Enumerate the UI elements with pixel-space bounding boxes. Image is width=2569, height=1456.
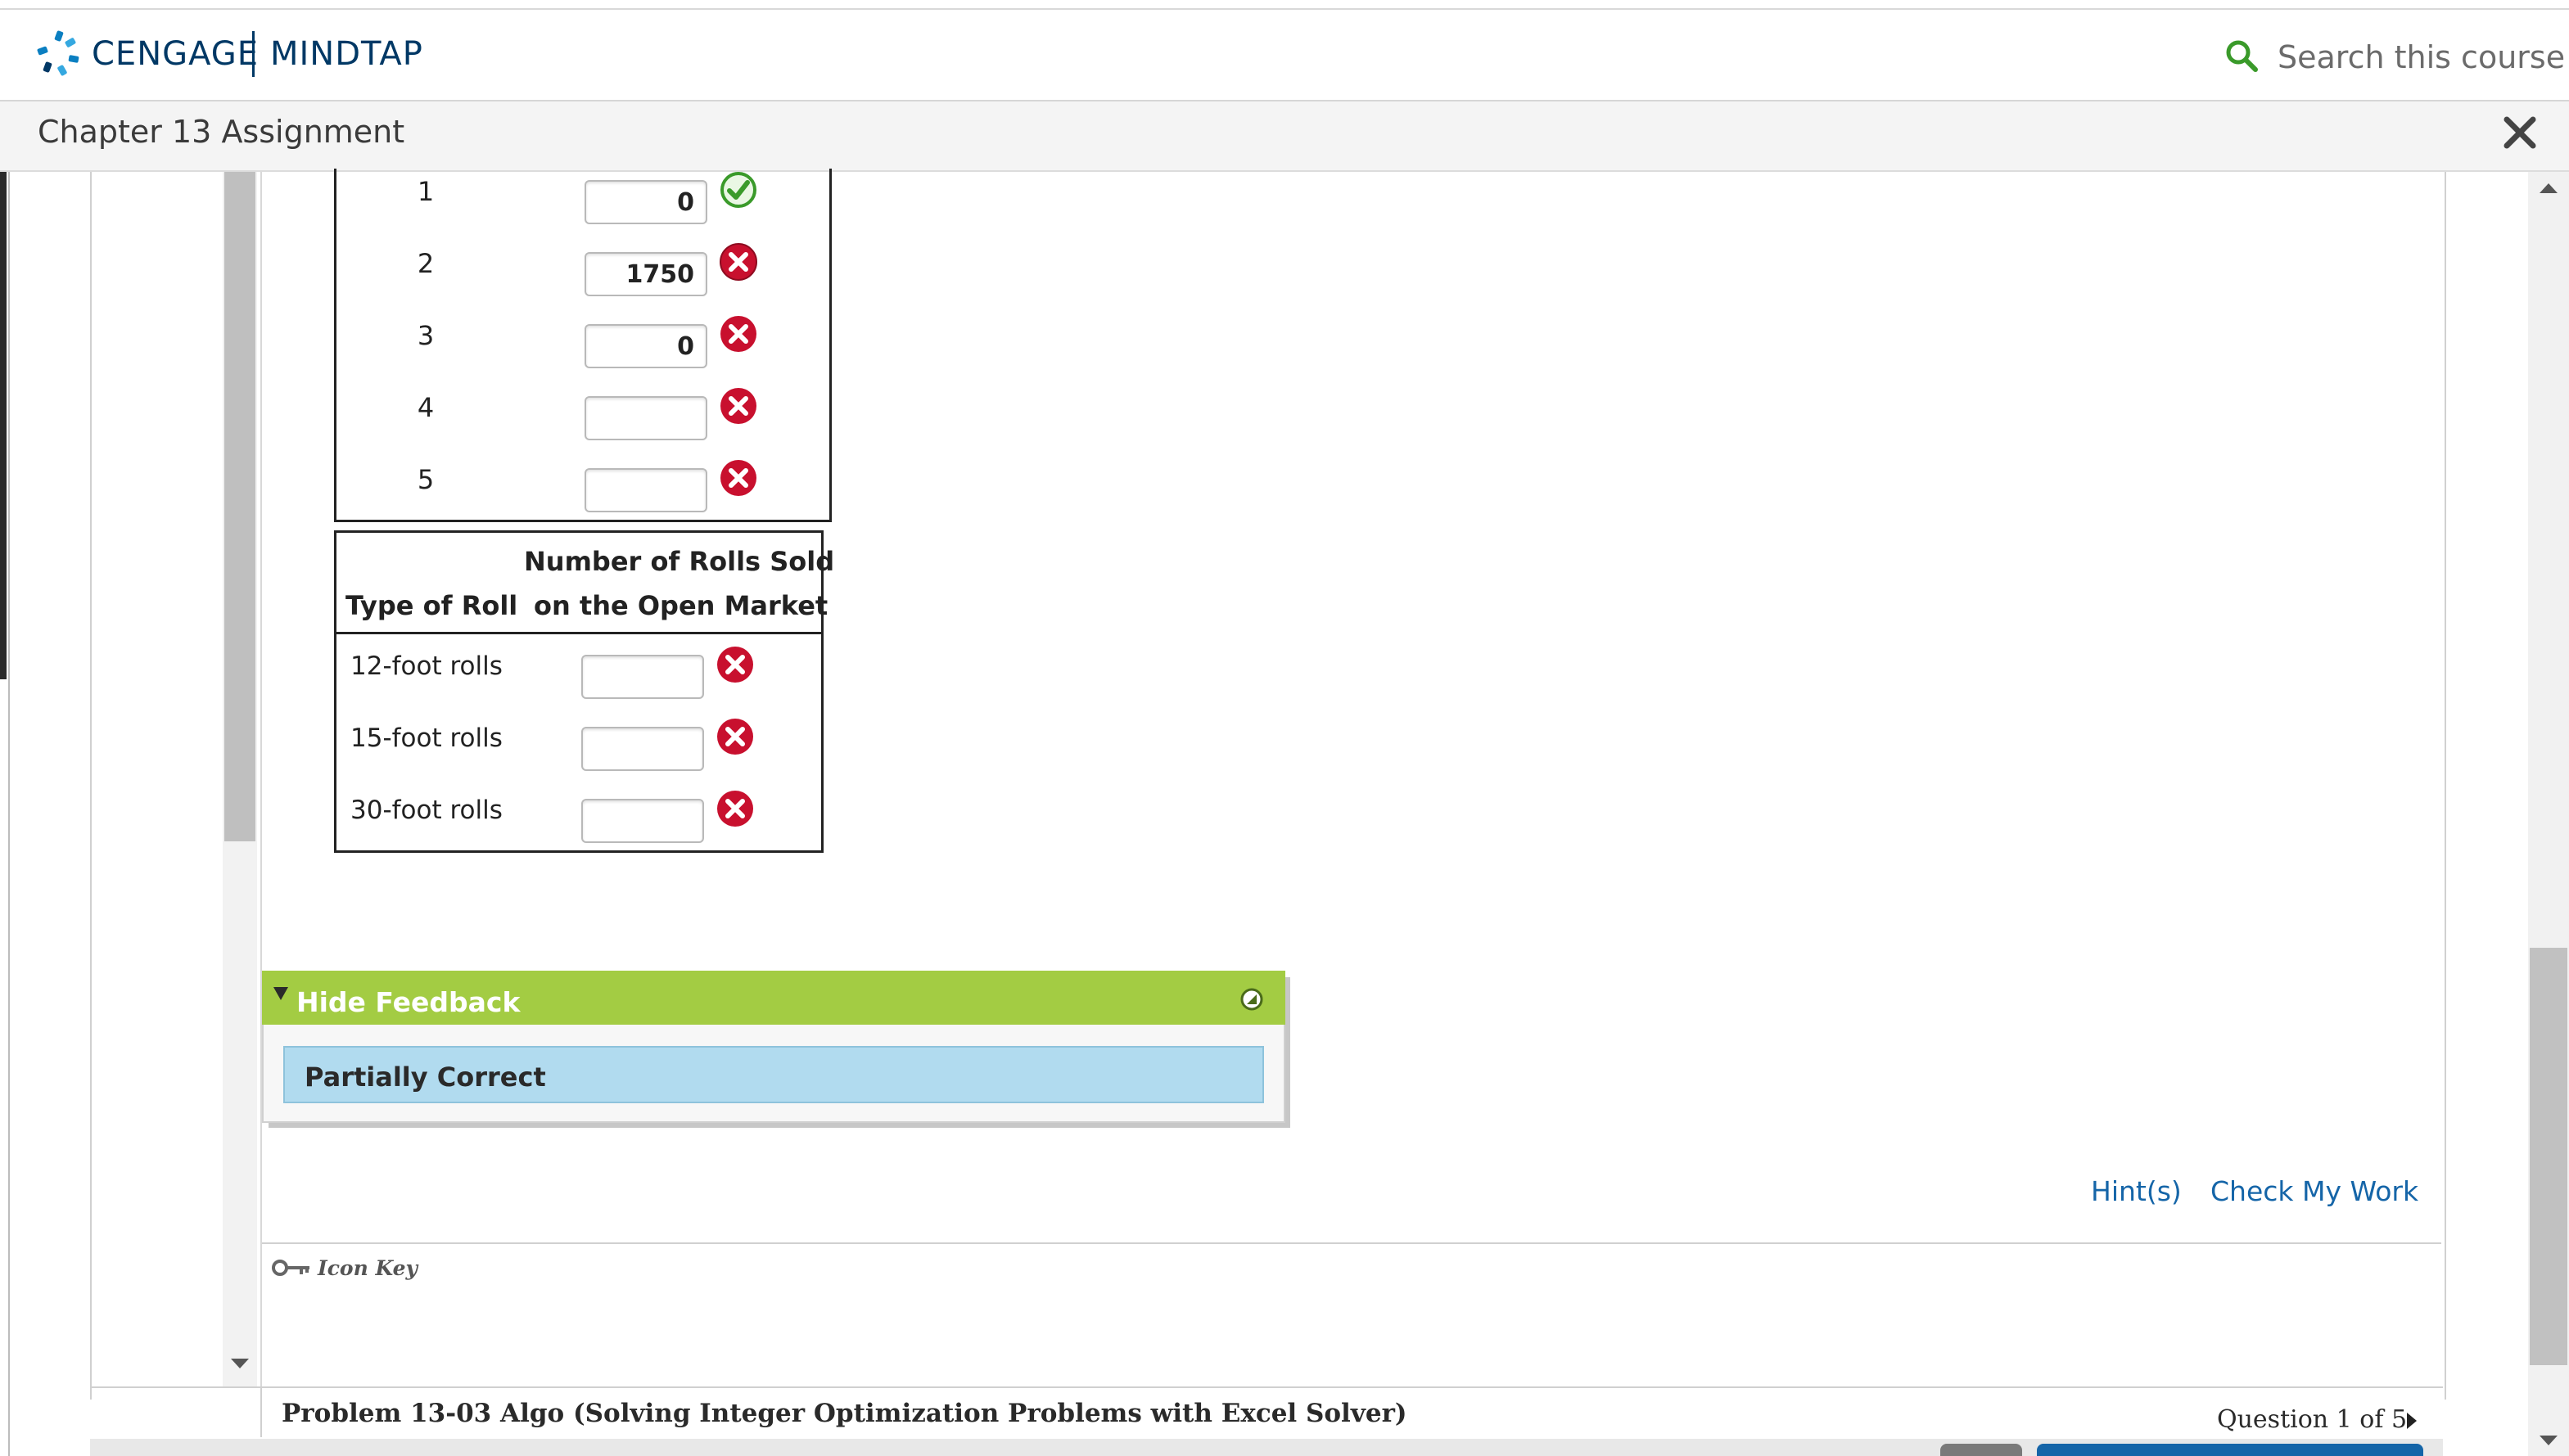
brand-divider [252, 31, 255, 77]
incorrect-x-icon [717, 647, 753, 683]
roll-type-label: 12-foot rolls [350, 651, 503, 681]
incorrect-x-icon [717, 719, 753, 755]
correct-check-icon [720, 172, 756, 208]
expand-circle-icon[interactable] [1239, 987, 1264, 1012]
table-header-divider [334, 632, 824, 634]
page-scrollbar-thumb[interactable] [2530, 948, 2567, 1365]
question-counter[interactable]: Question 1 of 5 [2217, 1403, 2407, 1437]
section-divider [262, 1242, 2441, 1244]
scroll-down-icon[interactable] [2540, 1436, 2558, 1445]
next-question-icon[interactable] [2407, 1413, 2417, 1429]
icon-key-link[interactable]: Icon Key [318, 1254, 418, 1283]
row-4-input[interactable] [585, 396, 707, 440]
window-left-shadow [0, 172, 7, 679]
footer-column-divider [260, 1388, 262, 1437]
rolls-12ft-input[interactable] [581, 655, 704, 699]
collapse-triangle-icon[interactable] [273, 987, 288, 1000]
row-3-input[interactable] [585, 324, 707, 368]
column-header: on the Open Market [534, 590, 828, 621]
rolls-15ft-input[interactable] [581, 727, 704, 771]
check-my-work-link[interactable]: Check My Work [2210, 1174, 2418, 1210]
problem-title: Problem 13-03 Algo (Solving Integer Opti… [282, 1399, 1407, 1428]
roll-type-label: 15-foot rolls [350, 723, 503, 753]
cengage-logo-icon [37, 30, 79, 76]
close-icon[interactable] [2499, 111, 2541, 154]
row-2-input[interactable] [585, 252, 707, 296]
row-label: 5 [417, 464, 435, 495]
primary-button[interactable] [2037, 1444, 2423, 1456]
rolls-30ft-input[interactable] [581, 799, 704, 843]
top-border [0, 0, 2569, 10]
secondary-button[interactable] [1940, 1444, 2022, 1456]
content-divider [260, 172, 262, 1386]
key-icon[interactable] [272, 1257, 311, 1278]
feedback-message: Partially Correct [305, 1062, 546, 1093]
inner-scroll-down-icon[interactable] [231, 1359, 249, 1368]
search-course-link[interactable]: Search this course [2278, 36, 2565, 79]
incorrect-x-icon [717, 791, 753, 827]
column-header: Type of Roll [345, 590, 518, 621]
incorrect-x-icon [720, 243, 757, 281]
brand-name: CENGAGE [92, 35, 260, 73]
product-name: MINDTAP [270, 35, 423, 73]
page-title: Chapter 13 Assignment [38, 114, 405, 150]
inner-scrollbar-thumb[interactable] [224, 172, 255, 841]
footer-divider [90, 1386, 2443, 1388]
incorrect-x-icon [720, 388, 756, 424]
column-header: Number of Rolls Sold [524, 546, 835, 577]
search-icon[interactable] [2224, 38, 2260, 74]
row-label: 1 [417, 176, 435, 207]
row-5-input[interactable] [585, 468, 707, 512]
row-label: 3 [417, 320, 435, 351]
roll-type-label: 30-foot rolls [350, 796, 503, 825]
hide-feedback-toggle[interactable]: Hide Feedback [296, 984, 520, 1021]
row-label: 2 [417, 248, 435, 279]
incorrect-x-icon [720, 316, 756, 352]
hints-link[interactable]: Hint(s) [2091, 1174, 2182, 1210]
row-label: 4 [417, 392, 435, 423]
row-1-input[interactable] [585, 180, 707, 224]
scroll-up-icon[interactable] [2540, 183, 2558, 193]
incorrect-x-icon [720, 460, 756, 496]
